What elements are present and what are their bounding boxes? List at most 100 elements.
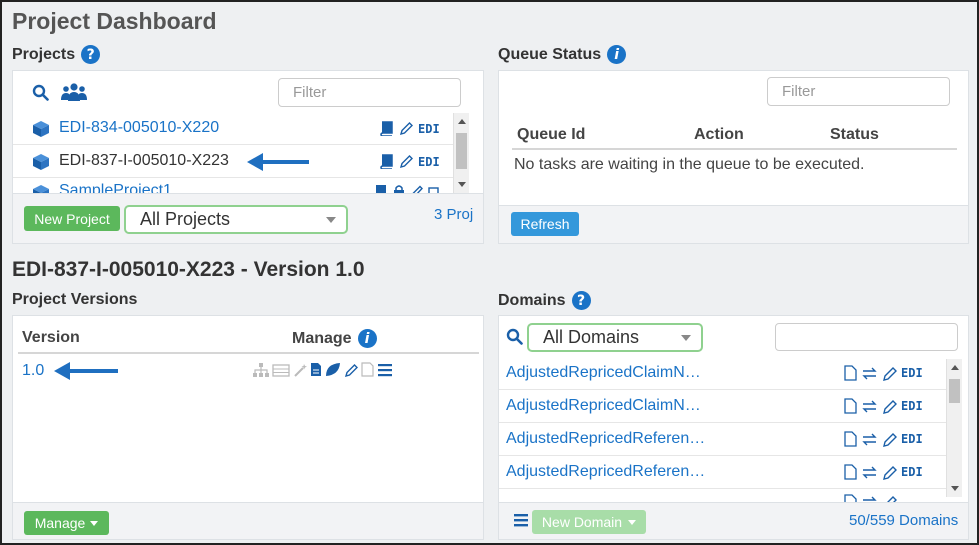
- swap-icon[interactable]: [861, 399, 878, 414]
- versions-col-version[interactable]: Version: [22, 329, 80, 347]
- queue-title: Queue Status: [498, 45, 602, 63]
- manage-button-label: Manage: [34, 515, 86, 531]
- document-icon[interactable]: [844, 365, 857, 381]
- note-icon[interactable]: [361, 362, 374, 377]
- list-icon[interactable]: [514, 514, 528, 527]
- edi-icon[interactable]: EDI: [901, 366, 923, 380]
- project-name-link[interactable]: SampleProject1: [59, 182, 172, 193]
- projects-filter-input[interactable]: Filter: [278, 78, 461, 107]
- swap-icon[interactable]: [861, 366, 878, 381]
- edi-icon[interactable]: EDI: [901, 399, 923, 413]
- pencil-icon[interactable]: [882, 366, 897, 381]
- document-icon[interactable]: [844, 398, 857, 414]
- project-row-actions: [375, 184, 441, 193]
- new-domain-button[interactable]: New Domain: [532, 510, 646, 534]
- edi-icon[interactable]: EDI: [418, 122, 440, 136]
- table-icon[interactable]: [272, 363, 290, 377]
- share-icon[interactable]: [428, 184, 441, 193]
- list-icon[interactable]: [377, 363, 393, 377]
- pencil-icon[interactable]: [882, 465, 897, 480]
- projects-scope-value: All Projects: [140, 209, 231, 229]
- scroll-down-icon[interactable]: [951, 486, 959, 491]
- domains-scrollbar[interactable]: [946, 359, 962, 497]
- book-icon[interactable]: [375, 184, 388, 193]
- edi-icon[interactable]: EDI: [901, 432, 923, 446]
- hierarchy-icon[interactable]: [253, 362, 269, 377]
- domain-row-actions: EDI: [844, 431, 923, 447]
- refresh-button[interactable]: Refresh: [511, 212, 579, 236]
- queue-footer: Refresh: [499, 205, 968, 243]
- pencil-icon[interactable]: [882, 495, 897, 503]
- manage-button[interactable]: Manage: [24, 511, 109, 535]
- queue-col-status[interactable]: Status: [830, 126, 879, 144]
- help-icon[interactable]: ?: [81, 45, 101, 64]
- magic-wand-icon[interactable]: [293, 363, 307, 377]
- edi-icon[interactable]: EDI: [418, 155, 440, 169]
- project-row[interactable]: SampleProject1: [13, 179, 453, 193]
- scroll-thumb[interactable]: [456, 133, 467, 169]
- pencil-icon[interactable]: [882, 432, 897, 447]
- scroll-up-icon[interactable]: [458, 119, 466, 124]
- queue-header-divider: [512, 148, 957, 150]
- new-project-button[interactable]: New Project: [24, 206, 120, 231]
- help-icon[interactable]: ?: [571, 291, 591, 310]
- document-icon[interactable]: [844, 494, 857, 502]
- info-icon[interactable]: i: [607, 45, 627, 64]
- projects-scrollbar[interactable]: [453, 113, 469, 193]
- pencil-icon[interactable]: [399, 121, 413, 136]
- users-icon[interactable]: [61, 82, 87, 102]
- pencil-icon[interactable]: [344, 363, 358, 377]
- scroll-up-icon[interactable]: [951, 365, 959, 370]
- domain-row[interactable]: AdjustedRepricedClaimN… EDI: [499, 357, 950, 390]
- swap-icon[interactable]: [861, 495, 878, 503]
- domain-name-link[interactable]: AdjustedRepricedReferen…: [506, 463, 705, 481]
- caret-down-icon: [628, 519, 637, 525]
- domain-name-link[interactable]: AdjustedRepricedReferen…: [506, 430, 705, 448]
- pencil-icon[interactable]: [399, 154, 413, 169]
- app-frame: Project Dashboard Projects ? Filter EDI-…: [0, 0, 979, 545]
- pointer-arrow: [54, 362, 118, 380]
- projects-scope-select[interactable]: All Projects: [124, 205, 348, 234]
- versions-col-manage: Manage i: [292, 329, 377, 348]
- project-row-selected[interactable]: EDI-837-I-005010-X223 EDI: [13, 146, 453, 178]
- domain-name-link[interactable]: AdjustedRepricedClaimN…: [506, 364, 701, 382]
- search-icon[interactable]: [32, 84, 49, 101]
- pencil-icon[interactable]: [882, 399, 897, 414]
- document-icon[interactable]: [844, 464, 857, 480]
- swap-icon[interactable]: [861, 432, 878, 447]
- scroll-down-icon[interactable]: [458, 182, 466, 187]
- pointer-arrow: [247, 153, 309, 171]
- project-row-actions: EDI: [380, 154, 440, 169]
- document-icon[interactable]: [310, 362, 322, 377]
- edi-icon[interactable]: EDI: [901, 465, 923, 479]
- versions-header-divider: [18, 352, 479, 354]
- domains-filter-input[interactable]: [775, 323, 958, 351]
- domain-row[interactable]: AdjustedRepricedReferen… EDI: [499, 456, 950, 489]
- leaf-icon[interactable]: [325, 362, 341, 377]
- book-icon[interactable]: [380, 121, 394, 136]
- info-icon[interactable]: i: [357, 329, 377, 348]
- scroll-thumb[interactable]: [949, 379, 960, 403]
- domain-row[interactable]: AdjustedRepricedClaimN… EDI: [499, 390, 950, 423]
- version-link[interactable]: 1.0: [22, 362, 44, 380]
- domains-panel: All Domains AdjustedRepricedClaimN… EDI …: [498, 315, 969, 540]
- domains-scope-select[interactable]: All Domains: [527, 323, 703, 352]
- document-icon[interactable]: [844, 431, 857, 447]
- book-icon[interactable]: [380, 154, 394, 169]
- search-icon[interactable]: [506, 328, 523, 345]
- project-name-selected[interactable]: EDI-837-I-005010-X223: [59, 152, 229, 170]
- queue-filter-input[interactable]: Filter: [767, 77, 950, 106]
- projects-footer: New Project All Projects 3 Proj: [13, 193, 483, 243]
- queue-col-id[interactable]: Queue Id: [517, 126, 585, 144]
- queue-col-action[interactable]: Action: [694, 126, 744, 144]
- domain-row[interactable]: AdjustedRepricedReferen… EDI: [499, 423, 950, 456]
- project-row[interactable]: EDI-834-005010-X220 EDI: [13, 113, 453, 145]
- pencil-icon[interactable]: [410, 184, 423, 193]
- projects-count: 3 Proj: [434, 206, 474, 223]
- lock-icon[interactable]: [393, 184, 405, 193]
- project-row-actions: EDI: [380, 121, 440, 136]
- swap-icon[interactable]: [861, 465, 878, 480]
- project-name-link[interactable]: EDI-834-005010-X220: [59, 119, 219, 137]
- domains-title: Domains: [498, 291, 566, 309]
- domain-name-link[interactable]: AdjustedRepricedClaimN…: [506, 397, 701, 415]
